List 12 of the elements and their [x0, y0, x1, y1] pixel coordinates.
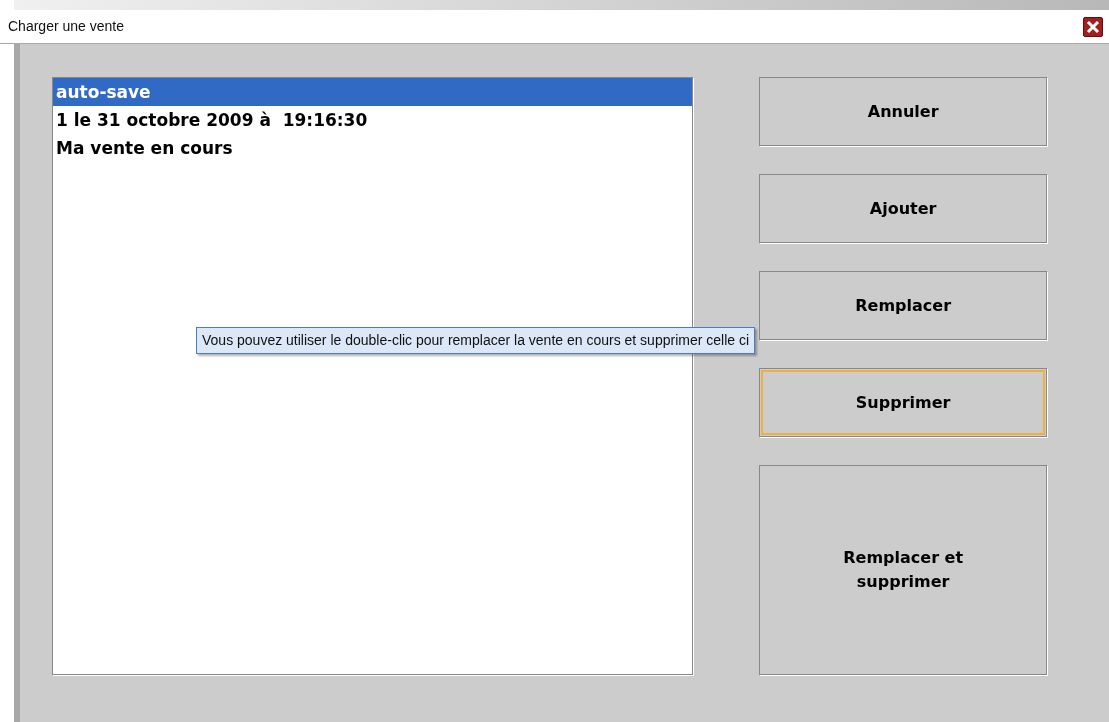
- action-button[interactable]: Supprimer: [759, 368, 1047, 437]
- action-button[interactable]: Remplacer: [759, 271, 1047, 340]
- action-button[interactable]: Remplacer et supprimer: [759, 465, 1047, 675]
- close-button[interactable]: [1083, 16, 1103, 37]
- list-item[interactable]: 1 le 31 octobre 2009 à 19:16:30: [53, 106, 693, 134]
- close-icon: [1086, 19, 1100, 34]
- list-item[interactable]: auto-save: [53, 78, 693, 106]
- list-item[interactable]: Ma vente en cours: [53, 134, 693, 162]
- tooltip: Vous pouvez utiliser le double-clic pour remplacer la vente en cours et supprimer celle ci: [196, 327, 756, 354]
- window-title: Charger une vente: [8, 17, 124, 36]
- action-button[interactable]: Ajouter: [759, 174, 1047, 243]
- action-button[interactable]: Annuler: [759, 77, 1047, 146]
